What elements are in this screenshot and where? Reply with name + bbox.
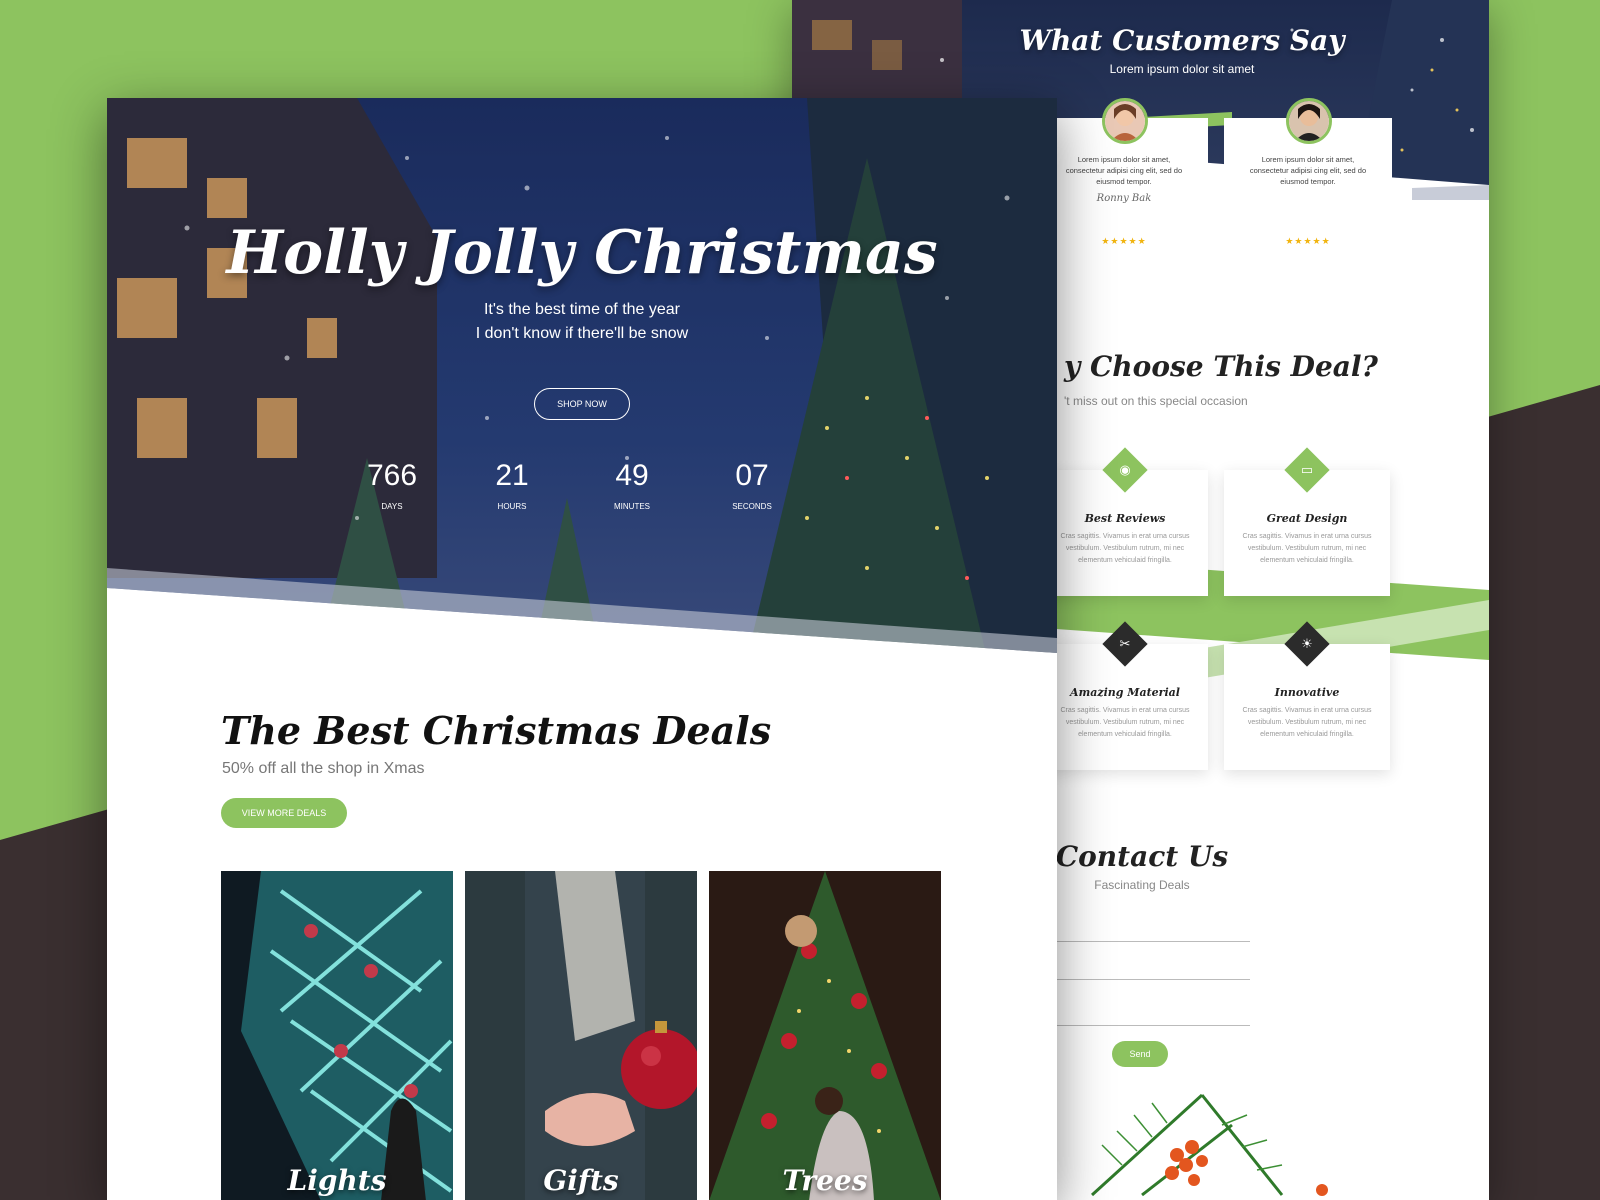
testimonial-card: Lorem ipsum dolor sit amet, consectetur … xyxy=(1224,98,1392,216)
feature-title: Innovative xyxy=(1274,686,1340,699)
countdown-label: DAYS xyxy=(381,502,403,511)
avatar xyxy=(1286,98,1332,144)
feature-card: ▭ Great Design Cras sagittis. Vivamus in… xyxy=(1224,447,1390,596)
countdown-value: 21 xyxy=(495,459,529,492)
countdown-hours: 21 HOURS xyxy=(462,458,562,511)
testimonial-signature: Ronny Bak xyxy=(1096,193,1152,204)
feature-card: ☀ Innovative Cras sagittis. Vivamus in e… xyxy=(1224,621,1390,770)
gifts-image xyxy=(465,871,697,1200)
send-button[interactable]: Send xyxy=(1112,1041,1168,1067)
countdown-value: 49 xyxy=(615,459,649,492)
product-card-lights[interactable]: Lights xyxy=(221,871,453,1200)
trees-image xyxy=(709,871,941,1200)
hero-subtitle-line: I don't know if there'll be snow xyxy=(475,325,689,342)
testimonial-quote: Lorem ipsum dolor sit amet, consectetur … xyxy=(1065,155,1183,186)
hero-background-image xyxy=(107,98,1057,668)
lightbulb-icon: ☀ xyxy=(1284,621,1330,667)
view-more-deals-button[interactable]: VIEW MORE DEALS xyxy=(221,798,347,828)
deals-subtitle: 50% off all the shop in Xmas xyxy=(222,760,425,777)
countdown-label: HOURS xyxy=(497,502,527,511)
product-label: Gifts xyxy=(543,1164,619,1197)
why-choose-subtitle: 't miss out on this special occasion xyxy=(1064,394,1248,408)
countdown-label: SECONDS xyxy=(732,502,772,511)
testimonial-quote: Lorem ipsum dolor sit amet, consectetur … xyxy=(1249,155,1367,186)
countdown-minutes: 49 MINUTES xyxy=(582,458,682,511)
rating-stars: ★★★★★ xyxy=(1101,236,1147,246)
rating-stars: ★★★★★ xyxy=(1285,236,1331,246)
product-label: Trees xyxy=(782,1164,868,1197)
countdown-label: MINUTES xyxy=(614,502,650,511)
feature-title: Best Reviews xyxy=(1084,512,1166,525)
hero-section: Holly Jolly Christmas It's the best time… xyxy=(107,98,1057,668)
product-card-gifts[interactable]: Gifts xyxy=(465,871,697,1200)
shop-now-button[interactable]: SHOP NOW xyxy=(534,388,630,420)
countdown-seconds: 07 SECONDS xyxy=(702,458,802,511)
monitor-icon: ▭ xyxy=(1284,447,1330,493)
avatar xyxy=(1102,98,1148,144)
front-page-mockup: Holly Jolly Christmas It's the best time… xyxy=(107,98,1057,1200)
product-card-trees[interactable]: Trees xyxy=(709,871,941,1200)
testimonials-subtitle: Lorem ipsum dolor sit amet xyxy=(1109,62,1255,76)
feature-card: ✂ Amazing Material Cras sagittis. Vivamu… xyxy=(1042,621,1208,770)
testimonials-title: What Customers Say xyxy=(1019,24,1345,57)
product-label: Lights xyxy=(287,1164,387,1197)
feature-description: Cras sagittis. Vivamus in erat urna curs… xyxy=(1242,707,1372,738)
lights-image xyxy=(221,871,453,1200)
feature-description: Cras sagittis. Vivamus in erat urna curs… xyxy=(1060,707,1190,738)
chat-icon: ◉ xyxy=(1102,447,1148,493)
feature-card: ◉ Best Reviews Cras sagittis. Vivamus in… xyxy=(1042,447,1208,596)
countdown-value: 766 xyxy=(366,459,418,492)
tools-icon: ✂ xyxy=(1102,621,1148,667)
hero-title: Holly Jolly Christmas xyxy=(226,218,938,288)
countdown-days: 766 DAYS xyxy=(342,458,442,511)
hero-subtitle: It's the best time of the year I don't k… xyxy=(107,298,1057,346)
countdown-value: 07 xyxy=(735,459,769,492)
feature-title: Amazing Material xyxy=(1070,686,1180,699)
why-choose-title: y Choose This Deal? xyxy=(1064,350,1378,383)
testimonial-card: Lorem ipsum dolor sit amet, consectetur … xyxy=(1040,98,1208,216)
feature-description: Cras sagittis. Vivamus in erat urna curs… xyxy=(1242,533,1372,564)
holly-branch-image xyxy=(1090,1093,1328,1197)
deals-title: The Best Christmas Deals xyxy=(221,708,772,753)
feature-title: Great Design xyxy=(1266,512,1348,525)
feature-description: Cras sagittis. Vivamus in erat urna curs… xyxy=(1060,533,1190,564)
hero-subtitle-line: It's the best time of the year xyxy=(483,301,681,318)
